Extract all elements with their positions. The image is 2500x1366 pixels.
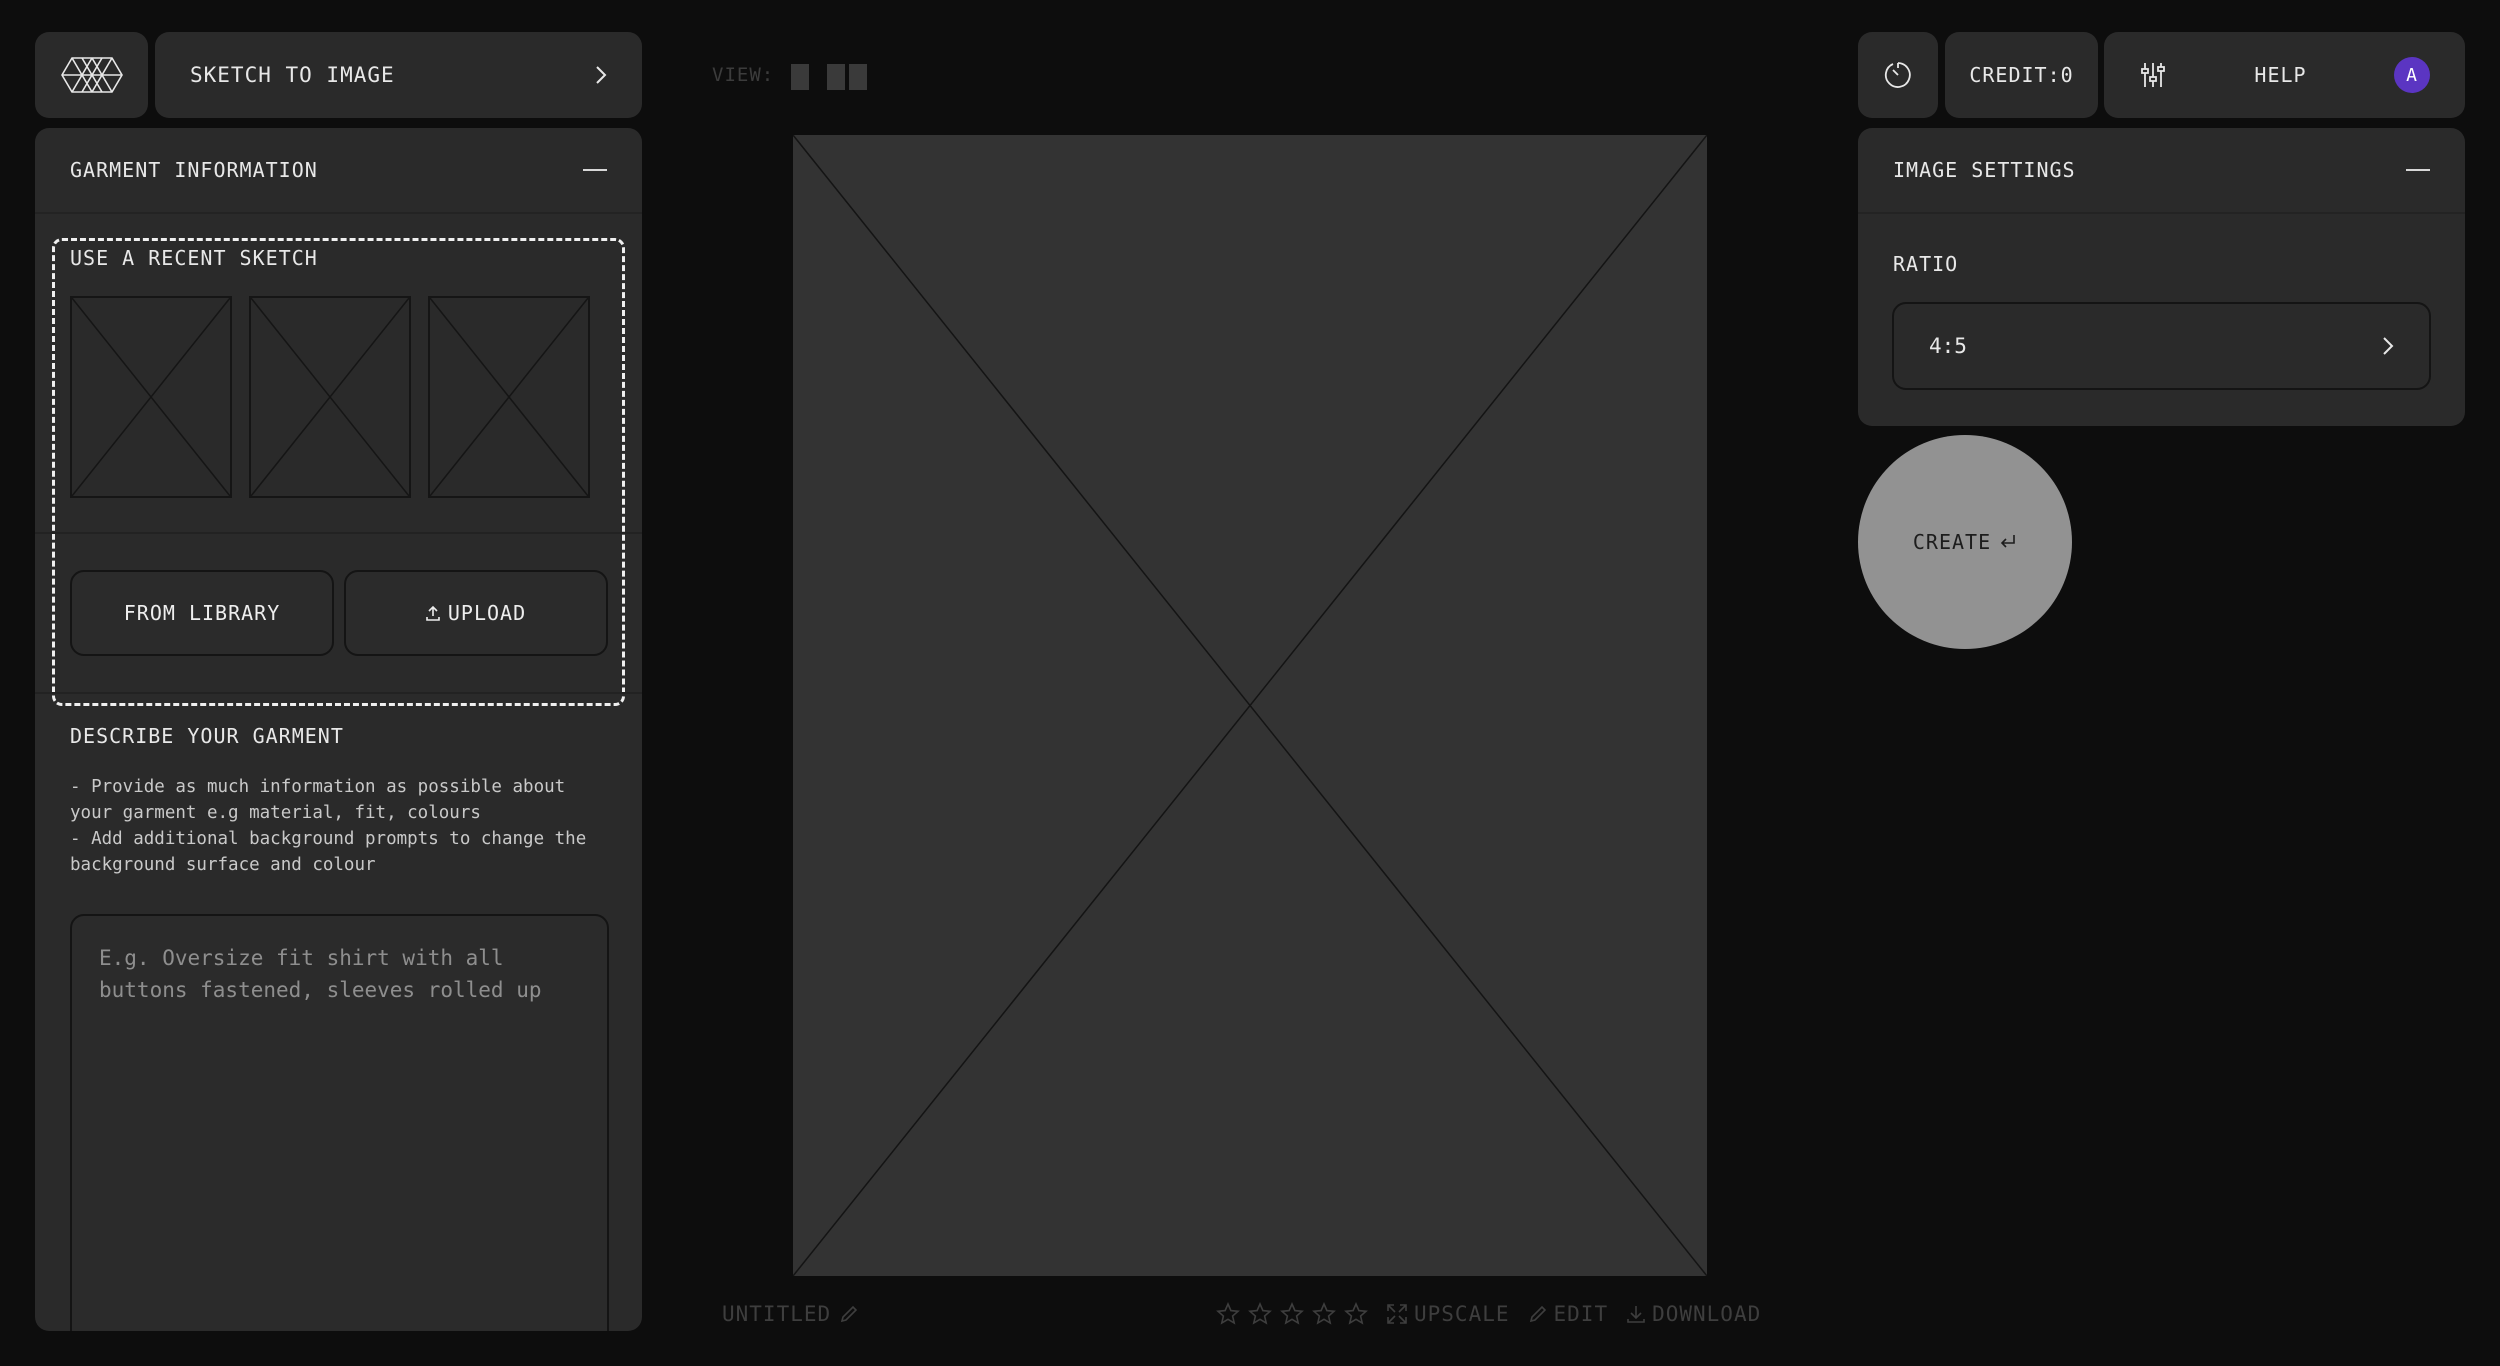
image-settings-header[interactable]: IMAGE SETTINGS (1858, 128, 2465, 214)
single-view-icon (791, 64, 809, 90)
image-actions: UPSCALE EDIT DOWNLOAD (1216, 1300, 1761, 1328)
ratio-value: 4:5 (1929, 334, 1967, 358)
mode-selector-label: SKETCH TO IMAGE (190, 63, 395, 87)
upload-label: UPLOAD (447, 601, 527, 625)
image-settings-title: IMAGE SETTINGS (1893, 158, 2076, 182)
collapse-icon[interactable] (2406, 169, 2430, 171)
single-view-toggle[interactable] (791, 64, 809, 90)
recent-sketch-thumbnail[interactable] (70, 296, 232, 498)
star-icon[interactable] (1344, 1302, 1368, 1326)
download-icon (1626, 1304, 1646, 1324)
ratio-label: RATIO (1893, 252, 1959, 276)
divider (35, 692, 642, 694)
recent-sketch-title: USE A RECENT SKETCH (70, 246, 318, 270)
create-button[interactable]: CREATE (1858, 435, 2072, 649)
garment-panel-title: GARMENT INFORMATION (70, 158, 318, 182)
avatar[interactable]: A (2393, 57, 2430, 93)
garment-description-input[interactable] (70, 914, 609, 1331)
enter-icon (1999, 533, 2017, 551)
logo[interactable] (35, 32, 148, 118)
history-button[interactable] (1858, 32, 1938, 118)
pencil-icon (1528, 1304, 1548, 1324)
view-label: VIEW: (712, 64, 775, 86)
edit-label: EDIT (1553, 1302, 1609, 1326)
ratio-select[interactable]: 4:5 (1892, 302, 2431, 390)
upload-icon (426, 605, 440, 621)
hexagon-logo-icon (60, 56, 123, 94)
star-icon[interactable] (1280, 1302, 1304, 1326)
mode-selector[interactable]: SKETCH TO IMAGE (155, 32, 642, 118)
star-icon[interactable] (1216, 1302, 1240, 1326)
upscale-button[interactable]: UPSCALE (1386, 1302, 1510, 1326)
help-button[interactable]: HELP (2254, 63, 2306, 87)
expand-icon (1386, 1303, 1408, 1325)
image-settings-panel: IMAGE SETTINGS RATIO 4:5 (1858, 128, 2465, 426)
from-library-button[interactable]: FROM LIBRARY (70, 570, 334, 656)
pencil-icon (839, 1304, 859, 1324)
credit-display[interactable]: CREDIT:0 (1945, 32, 2098, 118)
credit-label: CREDIT:0 (1969, 63, 2074, 87)
grid-view-toggle[interactable] (827, 64, 867, 90)
collapse-icon[interactable] (583, 169, 607, 171)
divider (35, 532, 642, 534)
describe-garment-title: DESCRIBE YOUR GARMENT (70, 724, 344, 748)
recent-sketch-thumbnail[interactable] (428, 296, 590, 498)
rating-stars[interactable] (1216, 1302, 1368, 1326)
edit-button[interactable]: EDIT (1528, 1302, 1609, 1326)
timer-icon (1883, 60, 1913, 90)
image-title[interactable]: UNTITLED (722, 1300, 859, 1328)
garment-information-panel: GARMENT INFORMATION USE A RECENT SKETCH … (35, 128, 642, 1331)
recent-sketch-thumbnail[interactable] (249, 296, 411, 498)
garment-panel-header[interactable]: GARMENT INFORMATION (35, 128, 642, 214)
grid-view-icon (827, 64, 845, 90)
chevron-right-icon (595, 65, 607, 85)
image-title-text: UNTITLED (722, 1302, 832, 1326)
help-bar: HELP A (2104, 32, 2465, 118)
from-library-label: FROM LIBRARY (123, 601, 281, 625)
create-label: CREATE (1912, 530, 1992, 554)
download-button[interactable]: DOWNLOAD (1626, 1302, 1761, 1326)
star-icon[interactable] (1312, 1302, 1336, 1326)
chevron-right-icon (2382, 336, 2394, 356)
upscale-label: UPSCALE (1414, 1302, 1510, 1326)
describe-tips: - Provide as much information as possibl… (70, 774, 610, 878)
star-icon[interactable] (1248, 1302, 1272, 1326)
download-label: DOWNLOAD (1652, 1302, 1762, 1326)
upload-button[interactable]: UPLOAD (344, 570, 608, 656)
image-canvas[interactable] (793, 135, 1707, 1276)
tip-background: - Add additional background prompts to c… (70, 829, 587, 875)
tip-material: - Provide as much information as possibl… (70, 777, 566, 823)
sliders-icon[interactable] (2139, 61, 2167, 89)
